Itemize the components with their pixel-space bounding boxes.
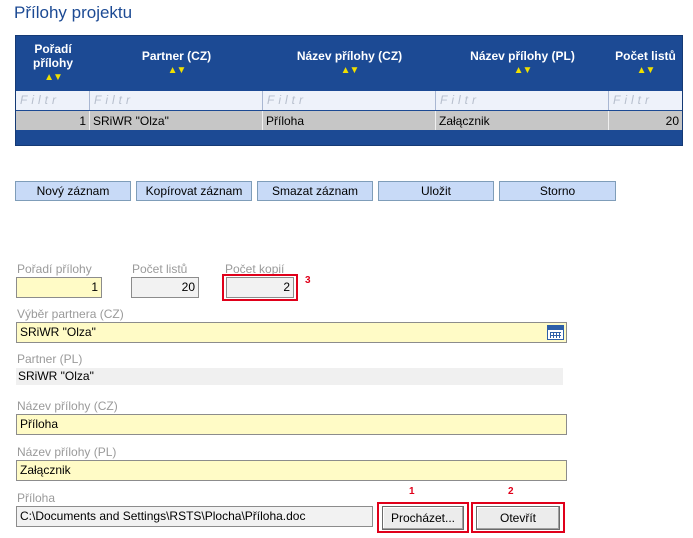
partner-select-label: Výběr partnera (CZ) <box>17 307 124 321</box>
column-header-label: Název přílohy (PL) <box>470 48 575 63</box>
column-header-nazev-cz[interactable]: Název přílohy (CZ) ▲▼ <box>263 36 436 90</box>
calendar-grid-icon[interactable] <box>547 325 564 340</box>
page-title: Přílohy projektu <box>14 3 133 22</box>
sort-arrows-icon[interactable]: ▲▼ <box>637 64 656 78</box>
nazev-pl-label: Název přílohy (PL) <box>17 445 117 459</box>
column-header-pocet-listu[interactable]: Počet listů ▲▼ <box>609 36 682 90</box>
open-button[interactable]: Otevřít <box>476 506 560 530</box>
cell-nazev-pl: Załącznik <box>436 111 609 130</box>
cell-pocet-listu: 20 <box>665 114 679 128</box>
filter-input-nazev-cz[interactable]: Filtr <box>263 91 436 110</box>
table-row[interactable]: 1 SRiWR "Olza" Příloha Załącznik 20 <box>16 111 682 130</box>
priloha-file-input[interactable]: C:\Documents and Settings\RSTS\Plocha\Př… <box>16 506 373 527</box>
partner-select-input[interactable]: SRiWR "Olza" <box>16 322 567 343</box>
pocet-listu-label: Počet listů <box>132 262 188 276</box>
column-header-label: Pořadí <box>34 41 72 56</box>
pocet-kopii-input[interactable]: 2 <box>226 277 294 298</box>
annotation-number-3: 3 <box>305 275 311 286</box>
annotation-number-1: 1 <box>409 486 415 497</box>
delete-record-button[interactable]: Smazat záznam <box>257 181 373 201</box>
filter-input-poradi[interactable]: Filtr <box>16 91 90 110</box>
copies-highlight: 2 <box>222 274 298 301</box>
column-header-label: Počet listů <box>615 48 676 63</box>
partner-pl-label: Partner (PL) <box>17 352 83 366</box>
nazev-pl-input[interactable]: Załącznik <box>16 460 567 481</box>
annotation-number-2: 2 <box>508 486 514 497</box>
browse-button[interactable]: Procházet... <box>382 506 464 530</box>
new-record-button[interactable]: Nový záznam <box>15 181 131 201</box>
sort-arrows-icon[interactable]: ▲▼ <box>168 64 187 78</box>
browse-highlight: Procházet... <box>377 502 469 533</box>
poradi-label: Pořadí přílohy <box>17 262 92 276</box>
sort-arrows-icon[interactable]: ▲▼ <box>514 64 533 78</box>
column-header-label: Název přílohy (CZ) <box>296 48 403 63</box>
cell-partner-cz: SRiWR "Olza" <box>90 111 263 130</box>
column-header-nazev-pl[interactable]: Název přílohy (PL) ▲▼ <box>436 36 609 90</box>
filter-row: Filtr Filtr Filtr Filtr Filtr <box>16 91 682 110</box>
column-header-label-line2: přílohy <box>32 55 73 70</box>
sort-arrows-icon[interactable]: ▲▼ <box>341 64 360 78</box>
poradi-input[interactable]: 1 <box>16 277 102 298</box>
cancel-button[interactable]: Storno <box>499 181 616 201</box>
open-highlight: Otevřít <box>471 502 565 533</box>
copy-record-button[interactable]: Kopírovat záznam <box>136 181 252 201</box>
cell-nazev-cz: Příloha <box>263 111 436 130</box>
nazev-cz-label: Název přílohy (CZ) <box>17 399 118 413</box>
column-header-poradi[interactable]: Pořadí přílohy ▲▼ <box>16 36 90 90</box>
column-header-partner-cz[interactable]: Partner (CZ) ▲▼ <box>90 36 263 90</box>
priloha-label: Příloha <box>17 491 56 505</box>
sort-arrows-icon[interactable]: ▲▼ <box>44 71 63 85</box>
filter-input-pocet-listu[interactable]: Filtr <box>609 91 682 110</box>
column-header-label: Partner (CZ) <box>141 48 212 63</box>
partner-select-value: SRiWR "Olza" <box>20 325 96 339</box>
cell-poradi: 1 <box>16 111 90 130</box>
nazev-cz-input[interactable]: Příloha <box>16 414 567 435</box>
filter-input-nazev-pl[interactable]: Filtr <box>436 91 609 110</box>
save-button[interactable]: Uložit <box>378 181 494 201</box>
pocet-listu-input[interactable]: 20 <box>131 277 199 298</box>
partner-pl-value: SRiWR "Olza" <box>16 368 563 385</box>
filter-input-partner-cz[interactable]: Filtr <box>90 91 263 110</box>
attachments-grid: Pořadí přílohy ▲▼ Partner (CZ) ▲▼ Název … <box>15 35 683 146</box>
